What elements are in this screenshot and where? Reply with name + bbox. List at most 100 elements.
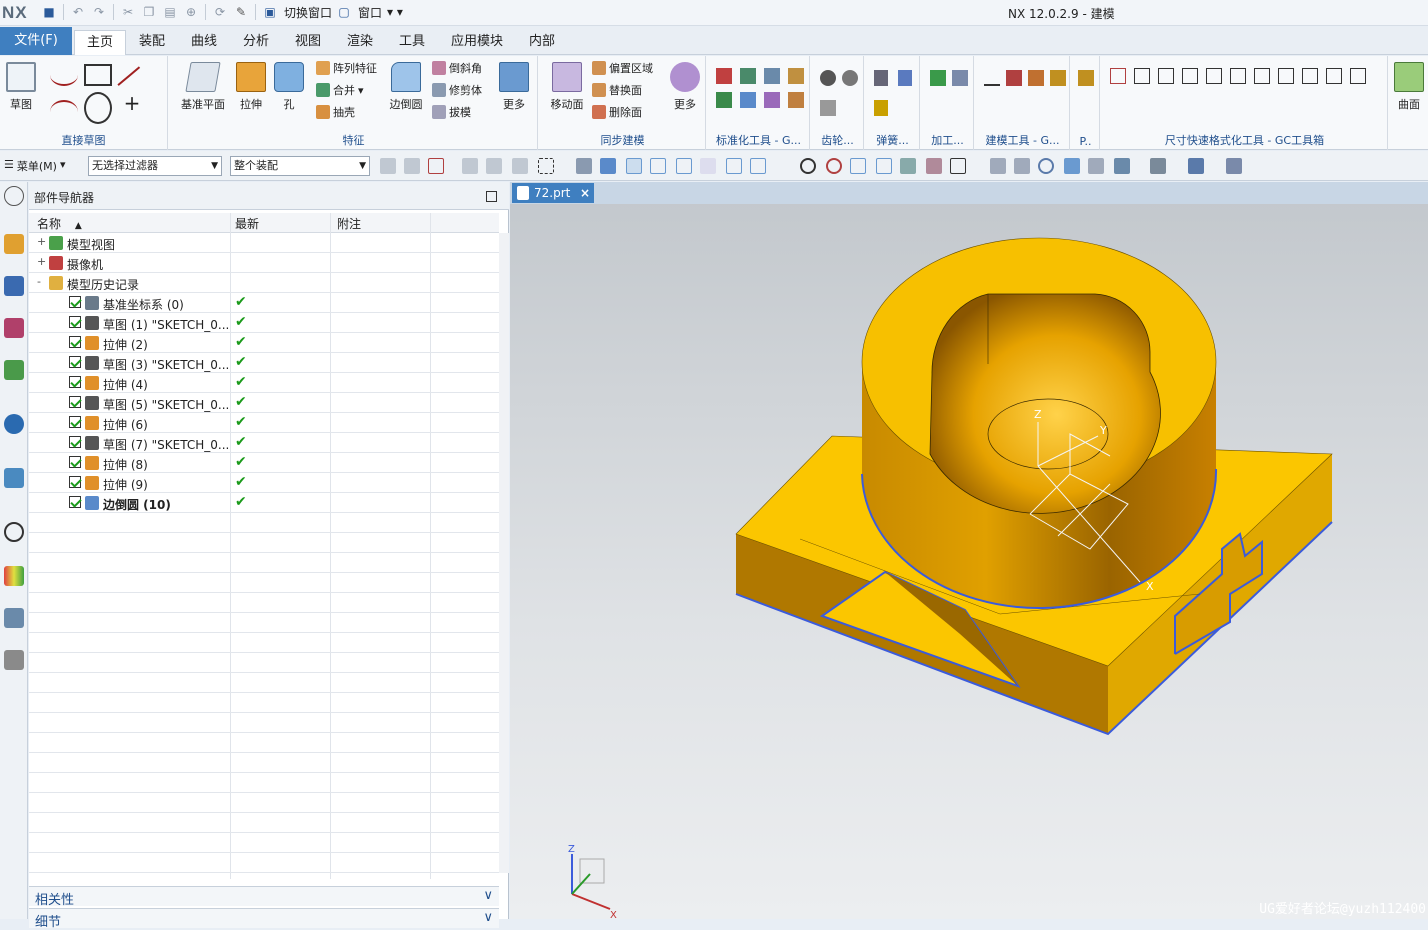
dim-tool-7-icon[interactable] xyxy=(1254,68,1270,84)
process-studio-icon[interactable] xyxy=(4,608,24,628)
gear-1-icon[interactable] xyxy=(820,70,836,86)
assembly-scope-select[interactable]: 整个装配 ▼ xyxy=(230,156,370,176)
pattern-feature-button[interactable]: 阵列特征 xyxy=(316,60,377,76)
std-tool-5-icon[interactable] xyxy=(716,92,732,108)
details-panel[interactable]: 细节 ∨ xyxy=(29,908,499,930)
more-feature-button[interactable]: 更多 xyxy=(494,62,534,112)
snap-9-icon[interactable] xyxy=(776,158,792,174)
tab-file[interactable]: 文件(F) xyxy=(0,27,72,55)
snap-11-icon[interactable] xyxy=(876,158,892,174)
offset-region-button[interactable]: 偏置区域 xyxy=(592,60,653,76)
history-icon[interactable] xyxy=(4,522,24,542)
model-canvas[interactable]: Z Y X Z X xyxy=(510,204,1428,919)
paste-special-icon[interactable]: ⊕ xyxy=(182,3,200,21)
dim-tool-10-icon[interactable] xyxy=(1326,68,1342,84)
expand-icon[interactable]: + xyxy=(37,255,46,268)
copy-icon[interactable]: ❐ xyxy=(140,3,158,21)
type-filter-select[interactable]: 无选择过滤器 ▼ xyxy=(88,156,222,176)
tab-curve[interactable]: 曲线 xyxy=(182,30,226,55)
snap-7-icon[interactable] xyxy=(726,158,742,174)
view-4-icon[interactable] xyxy=(1088,158,1104,174)
studio-spline-icon[interactable] xyxy=(50,64,78,86)
window-icon[interactable]: ▢ xyxy=(335,3,353,21)
dim-tool-1-icon[interactable] xyxy=(1110,68,1126,84)
visibility-checkbox[interactable] xyxy=(69,356,81,368)
tree-row[interactable]: 基准坐标系 (0) ✔ xyxy=(29,293,499,313)
view-3-icon[interactable] xyxy=(1064,158,1080,174)
unite-button[interactable]: 合并 ▾ xyxy=(316,82,364,98)
filter-5-icon[interactable] xyxy=(512,158,528,174)
modeling-tool-1-icon[interactable] xyxy=(984,70,1000,86)
modeling-tool-2-icon[interactable] xyxy=(1006,70,1022,86)
graphics-window[interactable]: 72.prt × Z Y X Z X UG爱好者论坛@yuzh112400 xyxy=(510,182,1428,919)
tree-row[interactable]: 草图 (3) "SKETCH_0... ✔ xyxy=(29,353,499,373)
move-face-button[interactable]: 移动面 xyxy=(546,62,588,112)
arc-icon[interactable] xyxy=(50,100,78,124)
cylinder-boss[interactable] xyxy=(861,237,1218,610)
repeat-command-icon[interactable]: ⟳ xyxy=(211,3,229,21)
dim-tool-9-icon[interactable] xyxy=(1302,68,1318,84)
tree-row[interactable]: 拉伸 (2) ✔ xyxy=(29,333,499,353)
part-navigator-icon[interactable] xyxy=(4,318,24,338)
tree-row[interactable]: 拉伸 (4) ✔ xyxy=(29,373,499,393)
snap-12-icon[interactable] xyxy=(900,158,916,174)
snap-2-icon[interactable] xyxy=(600,158,616,174)
tree-row[interactable]: 草图 (7) "SKETCH_0... ✔ xyxy=(29,433,499,453)
snap-10-icon[interactable] xyxy=(850,158,866,174)
snap-14-icon[interactable] xyxy=(950,158,966,174)
view-orient-icon[interactable] xyxy=(1188,158,1204,174)
maximize-icon[interactable] xyxy=(486,191,497,202)
line-icon[interactable] xyxy=(117,66,147,94)
tree-row[interactable]: 拉伸 (9) ✔ xyxy=(29,473,499,493)
snap-5-icon[interactable] xyxy=(676,158,692,174)
dim-tool-11-icon[interactable] xyxy=(1350,68,1366,84)
tab-view[interactable]: 视图 xyxy=(286,30,330,55)
filter-4-icon[interactable] xyxy=(486,158,502,174)
modeling-tool-3-icon[interactable] xyxy=(1028,70,1044,86)
visibility-checkbox[interactable] xyxy=(69,396,81,408)
paste-icon[interactable]: ▤ xyxy=(161,3,179,21)
spring-3-icon[interactable] xyxy=(874,100,888,116)
settings-icon[interactable] xyxy=(4,186,24,206)
std-tool-4-icon[interactable] xyxy=(788,68,804,84)
delete-face-button[interactable]: 删除面 xyxy=(592,104,642,120)
tab-assembly[interactable]: 装配 xyxy=(130,30,174,55)
machining-1-icon[interactable] xyxy=(930,70,946,86)
tab-72prt[interactable]: 72.prt × xyxy=(512,183,594,203)
std-tool-7-icon[interactable] xyxy=(764,92,780,108)
visibility-checkbox[interactable] xyxy=(69,436,81,448)
std-tool-6-icon[interactable] xyxy=(740,92,756,108)
switch-window-button[interactable]: 切换窗口 xyxy=(284,4,332,21)
view-6-icon[interactable] xyxy=(1226,158,1242,174)
dependencies-panel[interactable]: 相关性 ∨ xyxy=(29,886,499,908)
window-menu-button[interactable]: 窗口 xyxy=(358,4,382,21)
spring-2-icon[interactable] xyxy=(898,70,912,86)
sketch-button[interactable]: 草图 xyxy=(0,62,42,112)
snap-3-icon[interactable] xyxy=(626,158,642,174)
point-icon[interactable]: + xyxy=(118,92,146,124)
extrude-button[interactable]: 拉伸 xyxy=(230,62,272,112)
datum-plane-button[interactable]: 基准平面 xyxy=(178,62,228,112)
surface-button[interactable]: 曲面 xyxy=(1390,62,1428,112)
std-tool-3-icon[interactable] xyxy=(764,68,780,84)
tab-internal[interactable]: 内部 xyxy=(520,30,564,55)
std-tool-1-icon[interactable] xyxy=(716,68,732,84)
snap-13-icon[interactable] xyxy=(926,158,942,174)
visibility-checkbox[interactable] xyxy=(69,496,81,508)
tree-row[interactable]: 拉伸 (6) ✔ xyxy=(29,413,499,433)
replace-face-button[interactable]: 替换面 xyxy=(592,82,642,98)
snap-1-icon[interactable] xyxy=(576,158,592,174)
view-1-icon[interactable] xyxy=(990,158,1006,174)
dim-tool-6-icon[interactable] xyxy=(1230,68,1246,84)
tab-tools[interactable]: 工具 xyxy=(390,30,434,55)
tree-row[interactable]: + 摄像机 xyxy=(29,253,499,273)
view-5-icon[interactable] xyxy=(1114,158,1130,174)
reuse-library-icon[interactable] xyxy=(4,360,24,380)
snap-8-icon[interactable] xyxy=(750,158,766,174)
more-sync-button[interactable]: 更多 xyxy=(666,62,704,112)
col-latest[interactable]: 最新 xyxy=(235,215,259,232)
dim-tool-8-icon[interactable] xyxy=(1278,68,1294,84)
std-tool-8-icon[interactable] xyxy=(788,92,804,108)
machining-2-icon[interactable] xyxy=(952,70,968,86)
draft-button[interactable]: 拔模 xyxy=(432,104,471,120)
